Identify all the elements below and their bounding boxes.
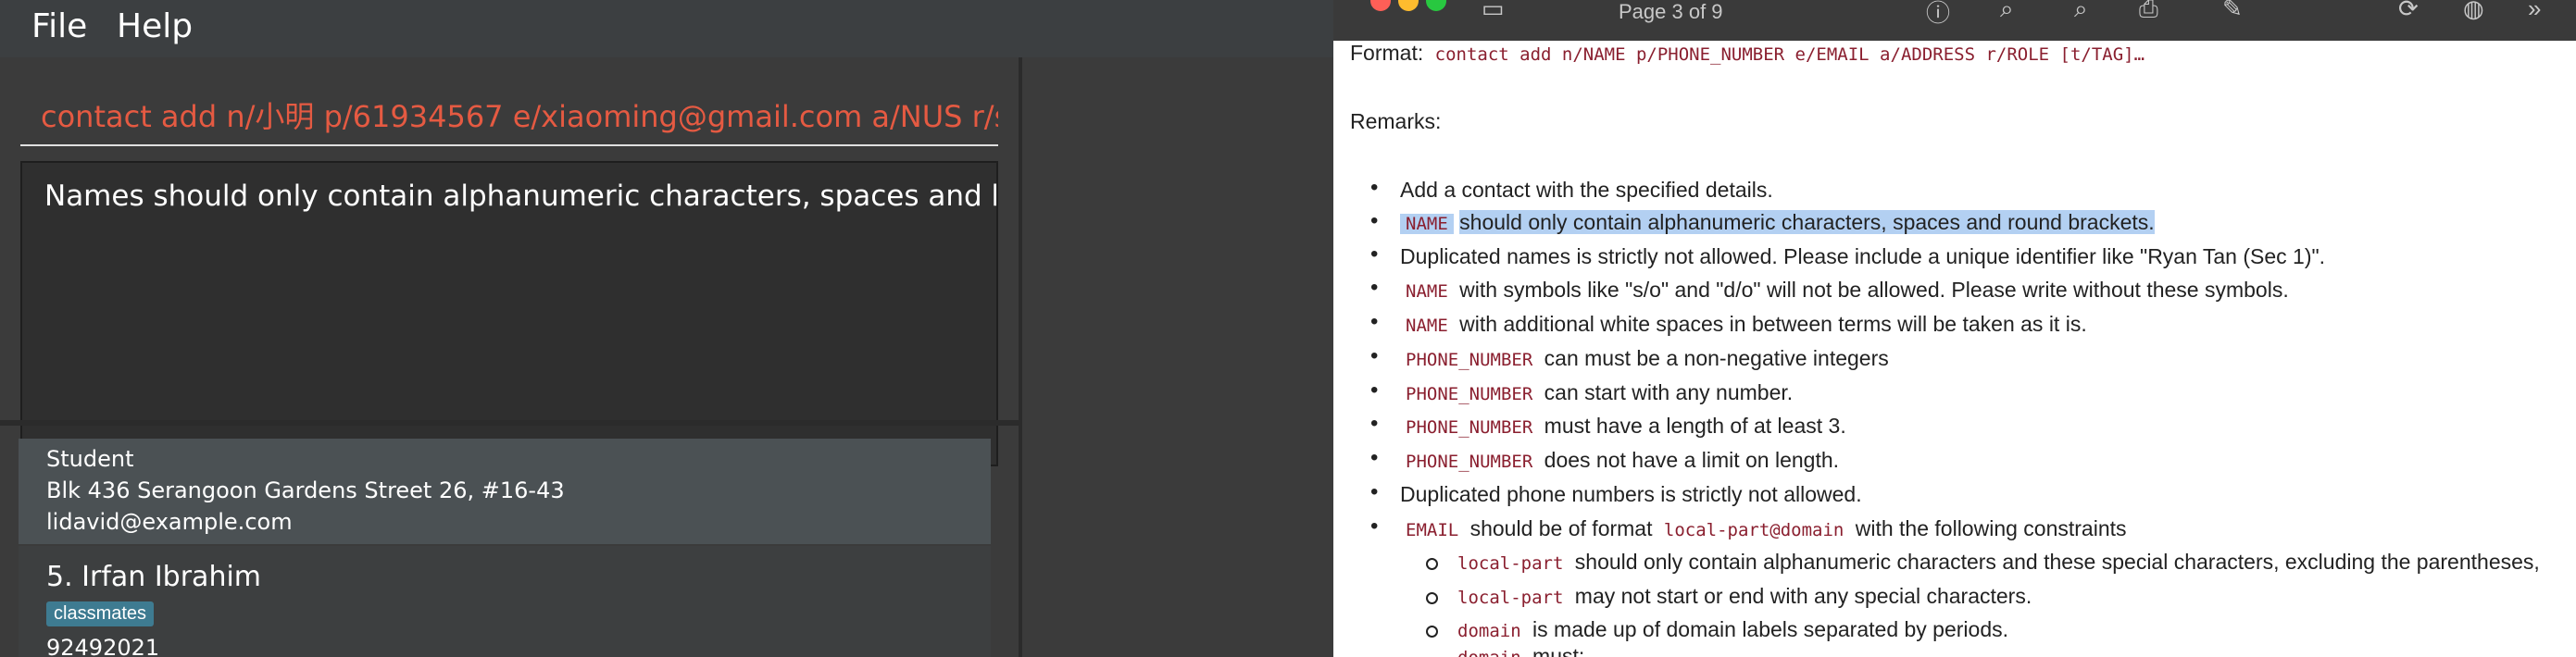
page-indicator: Page 3 of 9 — [1619, 0, 1723, 23]
info-icon[interactable]: ⓘ — [1926, 0, 1950, 29]
person-card[interactable]: Student Blk 436 Serangoon Gardens Street… — [19, 439, 991, 544]
remark-item: PHONE_NUMBER must have a length of at le… — [1400, 414, 1846, 439]
sub-remark-item: local-part should only contain alphanume… — [1452, 550, 2540, 575]
sub-remark-item: domain must: — [1452, 644, 1584, 657]
remark-text: is made up of domain labels separated by… — [1532, 617, 2009, 641]
remark-text: should only contain alphanumeric charact… — [1574, 550, 2540, 574]
sub-remark-item: domain is made up of domain labels separ… — [1452, 617, 2008, 642]
bullet-dot: • — [1370, 242, 1379, 267]
sub-bullet-circle — [1426, 592, 1438, 604]
document-viewer-window: ▭ Page 3 of 9 ⓘ ⌕ ⌕ ⎙ ✎ ⟳ ◍ » Format: co… — [1333, 0, 2576, 657]
sub-bullet-circle — [1426, 558, 1438, 570]
close-window-button[interactable] — [1370, 0, 1391, 11]
format-code: contact add n/NAME p/PHONE_NUMBER e/EMAI… — [1434, 44, 2145, 65]
remark-code: PHONE_NUMBER — [1406, 417, 1533, 438]
remark-text: with additional white spaces in between … — [1459, 312, 2087, 336]
person-role: Student — [46, 446, 134, 472]
menu-help[interactable]: Help — [117, 7, 193, 45]
person-tag: classmates — [46, 601, 155, 626]
remark-text: can start with any number. — [1544, 380, 1794, 404]
document-page: Format: contact add n/NAME p/PHONE_NUMBE… — [1333, 41, 2576, 657]
share-icon[interactable]: ⎙ — [2139, 0, 2158, 24]
remark-item: Duplicated names is strictly not allowed… — [1400, 244, 2326, 268]
remark-text: must have a length of at least 3. — [1544, 414, 1846, 438]
bullet-dot: • — [1370, 479, 1379, 504]
remark-item: Duplicated phone numbers is strictly not… — [1400, 482, 1862, 506]
remark-text: should be of format — [1469, 516, 1653, 540]
annotate-icon[interactable]: ◍ — [2463, 0, 2484, 23]
remark-text: may not start or end with any special ch… — [1574, 584, 2032, 608]
result-text: Names should only contain alphanumeric c… — [44, 180, 998, 213]
remark-text: must: — [1532, 644, 1585, 657]
remark-text: with the following constraints — [1855, 516, 2127, 540]
bullet-dot: • — [1370, 343, 1379, 368]
remark-item: EMAIL should be of format local-part@dom… — [1400, 516, 2127, 541]
person-address: Blk 436 Serangoon Gardens Street 26, #16… — [46, 477, 565, 503]
command-input[interactable] — [20, 85, 998, 146]
zoom-window-button[interactable] — [1426, 0, 1446, 11]
remark-code: NAME — [1406, 316, 1448, 336]
remarks-label: Remarks: — [1350, 109, 1442, 133]
person-name: 5. Irfan Ibrahim — [46, 561, 262, 593]
bullet-dot: • — [1370, 309, 1379, 334]
remark-code: PHONE_NUMBER — [1406, 452, 1533, 472]
zoom-out-icon[interactable]: ⌕ — [2000, 0, 2014, 24]
remark-text: with symbols like "s/o" and "d/o" will n… — [1459, 278, 2289, 302]
viewer-toolbar: ▭ Page 3 of 9 ⓘ ⌕ ⌕ ⎙ ✎ ⟳ ◍ » — [1333, 0, 2576, 42]
remark-text: should only contain alphanumeric charact… — [1459, 210, 2155, 234]
panel-divider — [0, 420, 1019, 426]
remark-code: local-part — [1457, 553, 1564, 574]
remark-item: Add a contact with the specified details… — [1400, 178, 1773, 202]
rotate-icon[interactable]: ⟳ — [2398, 0, 2419, 23]
remark-code: local-part — [1457, 588, 1564, 608]
remark-item: PHONE_NUMBER does not have a limit on le… — [1400, 448, 1839, 473]
remark-text: does not have a limit on length. — [1544, 448, 1840, 472]
remark-item: NAME should only contain alphanumeric ch… — [1400, 210, 2155, 235]
remark-code: NAME — [1400, 214, 1454, 234]
markup-icon[interactable]: ✎ — [2222, 0, 2243, 23]
main-panel: Names should only contain alphanumeric c… — [0, 57, 1019, 657]
minimize-window-button[interactable] — [1398, 0, 1419, 11]
bullet-dot: • — [1370, 514, 1379, 539]
person-email: lidavid@example.com — [46, 509, 293, 535]
remark-item: NAME with additional white spaces in bet… — [1400, 312, 2087, 337]
sub-remark-item: local-part may not start or end with any… — [1452, 584, 2032, 609]
format-label: Format: — [1350, 41, 1424, 65]
bullet-dot: • — [1370, 275, 1379, 300]
menu-bar: File Help — [0, 0, 1333, 57]
remark-code: NAME — [1406, 281, 1448, 302]
remark-text: can must be a non-negative integers — [1544, 346, 1889, 370]
zoom-in-icon[interactable]: ⌕ — [2074, 0, 2088, 24]
menu-file[interactable]: File — [31, 7, 87, 45]
remark-code: EMAIL — [1406, 520, 1459, 540]
remark-item: PHONE_NUMBER can start with any number. — [1400, 380, 1793, 405]
remark-code: local-part@domain — [1663, 520, 1844, 540]
secondary-panel — [1019, 57, 1333, 657]
bullet-dot: • — [1370, 411, 1379, 436]
bullet-dot: • — [1370, 175, 1379, 200]
person-phone: 92492021 — [46, 635, 160, 657]
remark-item: PHONE_NUMBER can must be a non-negative … — [1400, 346, 1889, 371]
bullet-dot: • — [1370, 208, 1379, 233]
bullet-dot: • — [1370, 445, 1379, 470]
person-list[interactable]: Student Blk 436 Serangoon Gardens Street… — [19, 439, 991, 657]
remark-code: PHONE_NUMBER — [1406, 350, 1533, 370]
more-icon[interactable]: » — [2528, 0, 2541, 23]
sidebar-icon[interactable]: ▭ — [1482, 0, 1505, 23]
sub-bullet-circle — [1426, 626, 1438, 638]
remark-code: domain — [1457, 621, 1521, 641]
bullet-dot: • — [1370, 378, 1379, 403]
address-book-app-window: File Help Names should only contain alph… — [0, 0, 1333, 657]
remark-item: NAME with symbols like "s/o" and "d/o" w… — [1400, 278, 2289, 303]
remark-code: PHONE_NUMBER — [1406, 384, 1533, 404]
remark-code: domain — [1452, 648, 1527, 657]
format-line: Format: contact add n/NAME p/PHONE_NUMBE… — [1350, 41, 2150, 66]
person-card[interactable]: 5. Irfan Ibrahim classmates 92492021 — [19, 546, 991, 657]
